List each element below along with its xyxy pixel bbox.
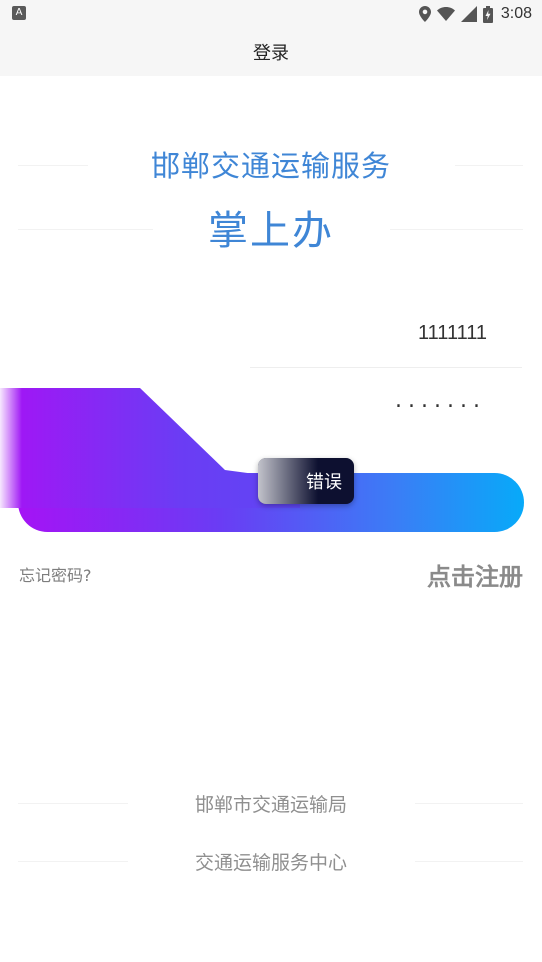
toast-fade [258,458,318,504]
forgot-password-link[interactable]: 忘记密码? [19,562,92,586]
touch-ripple-effect [0,388,300,508]
login-screen: A 3:08 登录 邯郸交通运输服务 掌上办 ....... [0,0,542,962]
title-bar: 登录 [0,28,542,76]
signal-icon [460,6,477,22]
footer-center: 交通运输服务中心 [194,852,347,874]
status-time: 3:08 [500,5,532,22]
notification-app-icon: A [12,6,26,20]
footer-organization: 邯郸市交通运输局 [194,794,347,816]
register-link[interactable]: 点击注册 [427,557,523,592]
app-title: 掌上办 [208,208,334,254]
username-underline [250,367,522,368]
wifi-icon [436,7,455,21]
status-icons: 3:08 [418,0,532,28]
battery-charging-icon [482,5,493,23]
username-input[interactable] [250,313,522,353]
status-bar: A 3:08 [0,0,542,28]
service-title: 邯郸交通运输服务 [150,149,391,183]
username-field[interactable] [250,313,522,353]
error-toast: 错误 [258,458,354,504]
location-icon [418,6,431,22]
page-title: 登录 [253,43,289,64]
